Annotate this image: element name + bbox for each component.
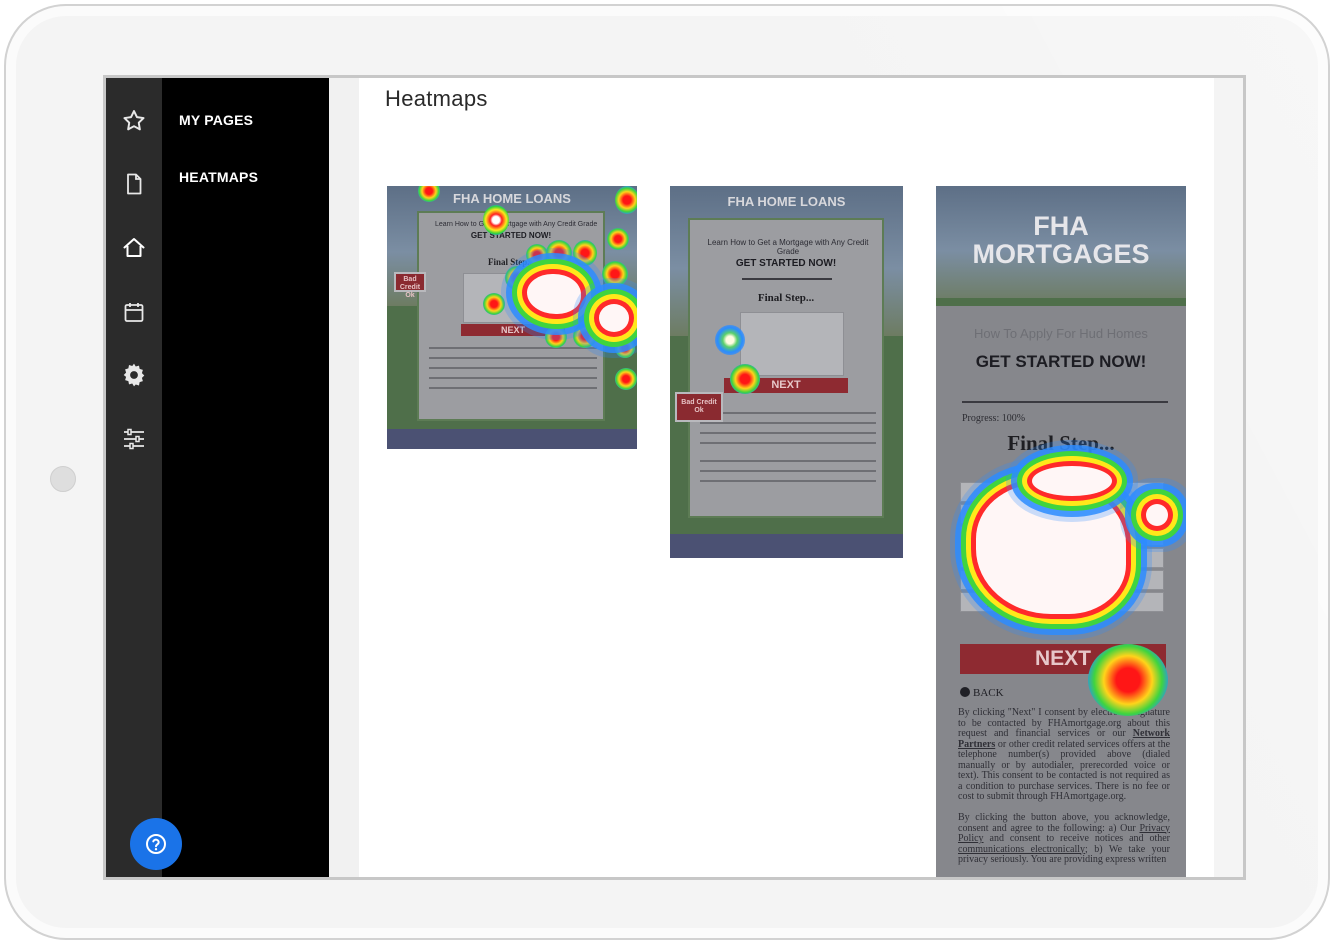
thumbnail-next-bar: NEXT [461,324,565,336]
thumbnail-subhead: Learn How to Get a Mortgage with Any Cre… [435,221,598,228]
communications-link: communications electronically [958,843,1086,855]
thumbnail-text-line [700,412,876,414]
thumbnail-back-label: BACK [973,687,1004,699]
thumbnail-consent-text: By clicking "Next" I consent by electron… [958,707,1171,866]
thumbnail-text-line [429,357,597,359]
thumbnail-text-line [429,377,597,379]
thumbnail-progress-label: Progress: 100% [962,413,1026,424]
thumbnail-cta: GET STARTED NOW! [470,231,552,240]
thumbnail-field-value: 6834403126 [987,574,1054,588]
thumbnail-text-line [700,480,876,482]
help-button[interactable] [130,818,182,870]
thumbnail-text-line [700,422,876,424]
thumbnail-text-line [700,442,876,444]
tablet-home-button [50,466,76,492]
question-circle-icon [146,834,166,854]
nav-item-heatmaps[interactable]: HEATMAPS [179,169,258,185]
thumbnail-next-bar: NEXT [724,378,848,393]
thumbnail-cta: GET STARTED NOW! [735,258,837,269]
back-circle-icon [960,687,970,697]
thumbnail-step: Final Step... [487,257,534,267]
app-screen: MY PAGES HEATMAPS Heatmaps FHA HOME LOAN… [103,75,1246,880]
thumbnail-footer [670,534,903,558]
gear-icon[interactable] [120,361,148,389]
consent-text-part: and consent to receive notices and other [989,833,1171,844]
thumbnail-header-line1: FHA [1033,211,1089,241]
thumbnail-fields [463,273,563,323]
thumbnail-form: Learn How to Get a Mortgage with Any Cre… [688,218,884,518]
thumbnail-field-value: Alternate Phone Number [987,596,1120,610]
thumbnail-text-line [429,387,597,389]
thumbnail-field: Alternate Phone Number [960,592,1164,612]
heatmap-thumbnail-1[interactable]: FHA HOME LOANS Learn How to Get a Mortga… [387,186,637,449]
thumbnail-progress [962,401,1168,403]
sliders-icon[interactable] [120,425,148,453]
content-gutter-right [1214,78,1243,877]
thumbnail-field-value: gaetner [987,508,1028,522]
main-content: Heatmaps FHA HOME LOANS Learn How to Get… [359,78,1214,877]
thumbnail-field-value: nancy [987,486,1020,500]
thumbnail-field: christygaetner26@gmail. [960,548,1164,568]
consent-text-part: or other credit related services offers … [958,738,1171,802]
thumbnail-field-value: 155 w Stuart st [987,530,1068,544]
thumbnail-header-line2: MORTGAGES [972,239,1150,269]
thumbnail-sign: Bad Credit Ok [675,392,723,422]
thumbnail-field: 155 w Stuart st [960,526,1164,546]
content-gutter-left [329,78,359,877]
thumbnail-fields [740,312,844,376]
thumbnail-text-line [700,432,876,434]
home-icon[interactable] [120,234,148,262]
thumbnail-text-line [700,470,876,472]
thumbnail-field: 6834403126 [960,570,1164,590]
page-title: Heatmaps [385,86,488,111]
thumbnail-cta: GET STARTED NOW! [975,352,1147,371]
thumbnail-subhead: Learn How to Get a Mortgage with Any Cre… [707,238,869,256]
heatmap-thumbnail-3[interactable]: FHA MORTGAGES How To Apply For Hud Homes… [936,186,1186,877]
thumbnail-step: Final Step... [1007,431,1115,455]
thumbnail-form: Learn How to Get a Mortgage with Any Cre… [417,211,605,421]
thumbnail-text-line [429,367,597,369]
thumbnail-divider [936,298,1186,306]
thumbnail-back-link: BACK [960,687,1004,699]
thumbnail-step: Final Step... [757,292,815,304]
nav-panel: MY PAGES HEATMAPS [162,78,329,877]
thumbnail-header: FHA HOME LOANS [727,194,846,209]
document-icon[interactable] [120,170,148,198]
thumbnail-field-value: christygaetner26@gmail. [987,552,1120,566]
thumbnail-next-bar: NEXT [960,644,1166,674]
thumbnail-sign: Bad Credit Ok [394,272,426,299]
thumbnail-header: FHA HOME LOANS [453,191,571,206]
calendar-icon[interactable] [120,298,148,326]
thumbnail-field: gaetner [960,504,1164,524]
thumbnail-footer [387,429,637,449]
thumbnail-text-line [700,460,876,462]
icon-rail [106,78,162,877]
thumbnail-field: nancy [960,482,1164,502]
heatmap-thumbnail-2[interactable]: FHA HOME LOANS Learn How to Get a Mortga… [670,186,903,558]
thumbnail-progress [742,278,832,280]
nav-item-my-pages[interactable]: MY PAGES [179,112,253,128]
thumbnail-text-line [429,347,597,349]
star-icon[interactable] [120,107,148,135]
thumbnail-subhead: How To Apply For Hud Homes [974,326,1148,341]
tablet-frame: MY PAGES HEATMAPS Heatmaps FHA HOME LOAN… [4,4,1330,940]
